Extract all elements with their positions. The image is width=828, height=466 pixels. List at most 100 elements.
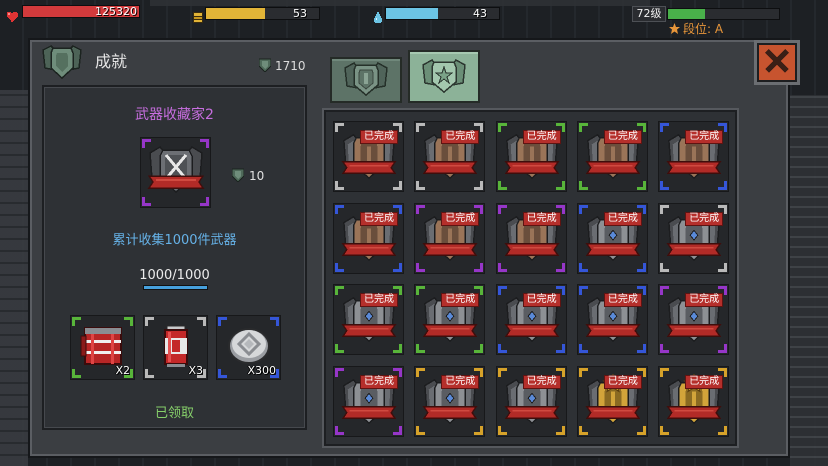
- achievement-cell[interactable]: 已完成: [333, 202, 404, 274]
- rarity-corner: [636, 368, 646, 378]
- achievement-cell[interactable]: 已完成: [576, 366, 648, 438]
- achievement-cell[interactable]: 已完成: [414, 284, 486, 356]
- rarity-corner: [197, 317, 206, 326]
- achievement-cell[interactable]: 已完成: [414, 202, 486, 274]
- rarity-corner: [197, 369, 206, 378]
- rarity-corner: [497, 123, 507, 132]
- close-button[interactable]: [754, 40, 800, 85]
- achievement-cell[interactable]: 已完成: [414, 121, 486, 192]
- achievement-status-label: 已完成: [603, 211, 642, 226]
- achievement-cell[interactable]: 已完成: [333, 366, 404, 438]
- achievement-status-label: 已完成: [441, 211, 480, 226]
- tab-achievements-star[interactable]: [408, 50, 480, 103]
- rarity-corner: [555, 204, 565, 214]
- achievement-cell[interactable]: 已完成: [495, 284, 567, 356]
- winged-shield-emblem-icon: [343, 60, 389, 100]
- rarity-corner: [497, 286, 507, 296]
- rarity-corner: [718, 181, 728, 190]
- mana-value: 43: [473, 7, 487, 20]
- reward-item: X3: [143, 315, 208, 380]
- rarity-corner: [578, 426, 588, 436]
- rarity-corner: [335, 344, 344, 354]
- background-building: [0, 90, 28, 466]
- rarity-corner: [555, 123, 565, 132]
- achievement-cell[interactable]: 已完成: [576, 121, 648, 192]
- rarity-corner: [474, 262, 484, 272]
- health-value: 125320: [95, 5, 137, 18]
- rarity-corner: [578, 181, 588, 190]
- rarity-corner: [335, 286, 344, 296]
- achievement-cell[interactable]: 已完成: [658, 284, 730, 356]
- rarity-corner: [578, 262, 588, 272]
- achievement-cell[interactable]: 已完成: [333, 284, 404, 356]
- rarity-corner: [474, 426, 484, 436]
- rarity-corner: [145, 317, 154, 326]
- rarity-corner: [142, 139, 151, 148]
- rarity-corner: [555, 286, 565, 296]
- achievement-status-label: 已完成: [685, 375, 724, 390]
- rarity-corner: [497, 426, 507, 436]
- rarity-corner: [393, 286, 402, 296]
- rarity-corner: [72, 317, 81, 326]
- rarity-corner: [718, 286, 728, 296]
- tab-achievements-general[interactable]: [330, 57, 402, 103]
- rarity-corner: [393, 123, 402, 132]
- rarity-corner: [660, 368, 670, 378]
- rarity-corner: [660, 181, 670, 190]
- achievement-cell[interactable]: 已完成: [333, 121, 404, 192]
- reward-item: X300: [216, 315, 281, 380]
- rarity-corner: [335, 181, 344, 190]
- rarity-corner: [393, 344, 402, 354]
- achievement-status-label: 已完成: [360, 211, 398, 226]
- rarity-corner: [142, 197, 151, 206]
- achievement-cell[interactable]: 已完成: [495, 121, 567, 192]
- achievement-cell[interactable]: 已完成: [576, 284, 648, 356]
- achievement-cell[interactable]: 已完成: [658, 121, 730, 192]
- achievement-points: 1710: [258, 58, 306, 74]
- rarity-corner: [145, 369, 154, 378]
- rarity-corner: [416, 204, 426, 214]
- rarity-corner: [718, 344, 728, 354]
- rarity-corner: [393, 262, 402, 272]
- achievement-status-label: 已完成: [441, 293, 480, 308]
- rarity-corner: [578, 344, 588, 354]
- achievement-progress-fill: [144, 286, 207, 289]
- rank-label: 段位: A: [683, 22, 724, 36]
- rarity-corner: [497, 344, 507, 354]
- achievement-cell[interactable]: 已完成: [414, 366, 486, 438]
- achievement-status-label: 已完成: [522, 293, 561, 308]
- achievement-progress-text: 1000/1000: [139, 268, 210, 283]
- token-reward-value: 10: [249, 169, 265, 183]
- rarity-corner: [660, 262, 670, 272]
- rarity-corner: [474, 368, 484, 378]
- rarity-corner: [555, 181, 565, 190]
- achievement-cell[interactable]: 已完成: [658, 202, 730, 274]
- rarity-corner: [416, 368, 426, 378]
- rarity-corner: [718, 368, 728, 378]
- achievement-status-label: 已完成: [603, 130, 642, 144]
- rarity-corner: [636, 204, 646, 214]
- rarity-corner: [718, 204, 728, 214]
- rarity-corner: [555, 368, 565, 378]
- achievement-cell[interactable]: 已完成: [495, 366, 567, 438]
- rarity-corner: [660, 286, 670, 296]
- energy-bar-fill: [206, 8, 265, 19]
- rarity-corner: [636, 262, 646, 272]
- achievement-points-value: 1710: [275, 59, 306, 73]
- achievement-status-label: 已完成: [685, 211, 724, 226]
- achievement-cell[interactable]: 已完成: [576, 202, 648, 274]
- rarity-corner: [416, 123, 426, 132]
- rarity-corner: [578, 368, 588, 378]
- rarity-corner: [335, 204, 344, 214]
- rarity-corner: [636, 426, 646, 436]
- achievement-cell[interactable]: 已完成: [658, 366, 730, 438]
- rarity-corner: [218, 369, 227, 378]
- shield-token-icon: [231, 168, 249, 183]
- coin-icon: [193, 8, 203, 27]
- achievement-status-label: 已完成: [360, 375, 398, 390]
- rarity-corner: [497, 368, 507, 378]
- mana-bar-fill: [386, 8, 438, 19]
- rarity-corner: [124, 369, 133, 378]
- achievement-cell[interactable]: 已完成: [495, 202, 567, 274]
- rarity-corner: [718, 262, 728, 272]
